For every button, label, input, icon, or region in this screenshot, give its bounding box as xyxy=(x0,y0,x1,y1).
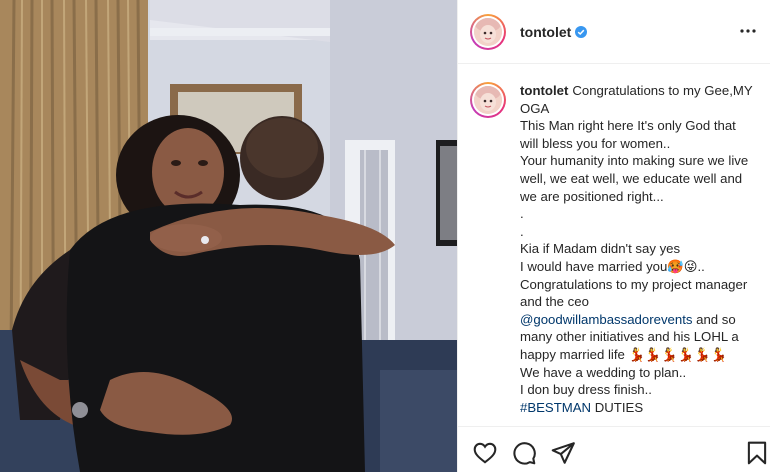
profile-avatar[interactable] xyxy=(470,13,506,50)
share-icon xyxy=(551,442,575,464)
caption-line: I don buy dress finish.. xyxy=(520,382,652,398)
like-button[interactable] xyxy=(472,440,498,466)
bookmark-icon xyxy=(747,441,767,465)
caption-line: . xyxy=(520,223,524,239)
caption-line: Congratulations to my project manager an… xyxy=(520,276,751,310)
hashtag-link[interactable]: #BESTMAN xyxy=(520,400,591,415)
caption-avatar[interactable] xyxy=(470,82,506,118)
post-side-panel: tontolet tontolet Congratulations to my … xyxy=(457,0,770,472)
heart-icon xyxy=(473,442,497,464)
caption-line: Your humanity into making sure we live w… xyxy=(520,153,752,204)
comment-button[interactable] xyxy=(511,440,537,466)
verified-badge-icon xyxy=(575,25,588,38)
mention-link[interactable]: @goodwillambassadorevents xyxy=(520,312,692,327)
caption-emoji: 💃💃💃💃💃💃 xyxy=(628,346,728,362)
caption-text: tontolet Congratulations to my Gee,MY OGA… xyxy=(520,82,755,425)
caption-line: This Man right here It's only God that w… xyxy=(520,118,740,151)
caption-line: We have a wedding to plan.. xyxy=(520,364,687,380)
post-photo[interactable] xyxy=(0,0,457,472)
caption-line: . xyxy=(520,206,524,222)
header-username[interactable]: tontolet xyxy=(520,24,571,40)
caption-emoji: 🥵😜.. xyxy=(667,258,705,274)
caption-line: DUTIES xyxy=(591,399,644,415)
caption-username[interactable]: tontolet xyxy=(520,83,568,98)
post-header: tontolet xyxy=(458,0,770,64)
caption-line: Kia if Madam didn't say yes xyxy=(520,241,681,257)
share-button[interactable] xyxy=(550,440,576,466)
avatar-image xyxy=(474,17,502,46)
save-button[interactable] xyxy=(744,440,770,466)
comment-icon xyxy=(513,442,536,465)
post-actions xyxy=(458,426,770,472)
avatar-image xyxy=(474,86,502,114)
more-options-icon[interactable] xyxy=(739,22,757,40)
post-image xyxy=(0,0,457,472)
caption-line: I would have married you xyxy=(520,258,668,274)
post-caption: tontolet Congratulations to my Gee,MY OGA… xyxy=(458,82,770,425)
